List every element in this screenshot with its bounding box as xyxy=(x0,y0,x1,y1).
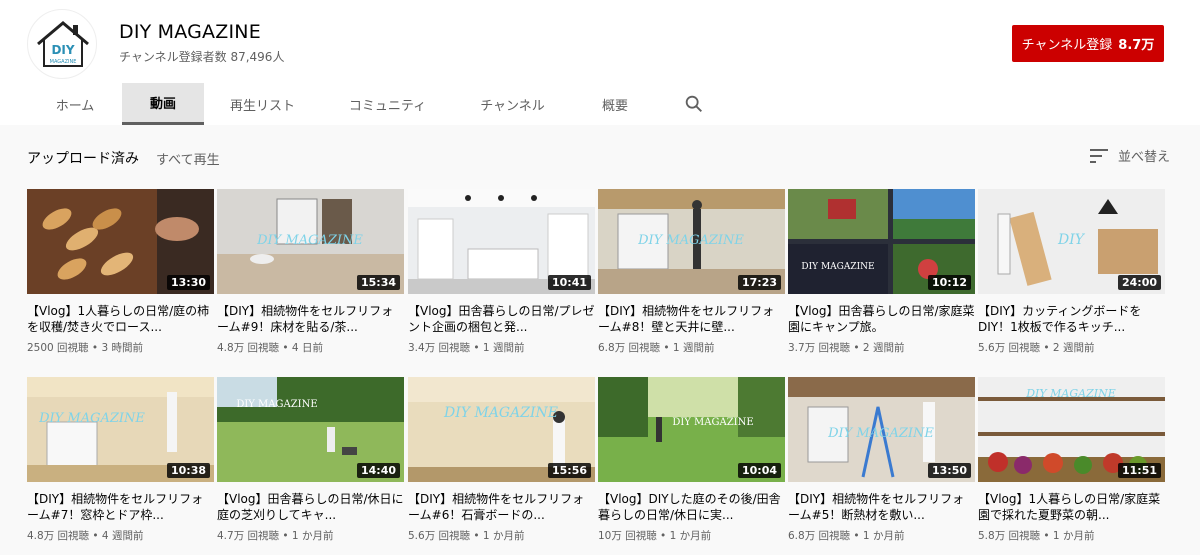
video-thumbnail[interactable]: DIY 24:00 xyxy=(978,189,1165,294)
search-icon[interactable] xyxy=(683,93,705,115)
video-card[interactable]: DIY MAGAZINE 10:04 【Vlog】DIYした庭のその後/田舎暮ら… xyxy=(598,377,785,543)
video-title[interactable]: 【DIY】相続物件をセルフリフォーム#6！石膏ボードの... xyxy=(408,491,595,523)
video-meta: 4.8万 回視聴 • 4 日前 xyxy=(217,342,323,354)
video-card[interactable]: DIY MAGAZINE 11:51 【Vlog】1人暮らしの日常/家庭菜園で採… xyxy=(978,377,1165,543)
video-meta: 5.8万 回視聴 • 1 か月前 xyxy=(978,530,1095,542)
video-thumbnail[interactable]: DIY MAGAZINE 17:23 xyxy=(598,189,785,294)
svg-text:MAGAZINE: MAGAZINE xyxy=(50,59,77,65)
video-meta: 4.7万 回視聴 • 1 か月前 xyxy=(217,530,334,542)
svg-text:DIY MAGAZINE: DIY MAGAZINE xyxy=(236,399,317,410)
video-card[interactable]: DIY MAGAZINE 15:34 【DIY】相続物件をセルフリフォーム#9！… xyxy=(217,189,404,355)
video-card[interactable]: DIY MAGAZINE 10:12 【Vlog】田舎暮らしの日常/家庭菜園にキ… xyxy=(788,189,975,355)
svg-text:DIY MAGAZINE: DIY MAGAZINE xyxy=(38,411,145,426)
tab-about[interactable]: 概要 xyxy=(585,83,645,125)
tab-videos[interactable]: 動画 xyxy=(122,83,204,125)
diy-logo-icon: DIY MAGAZINE xyxy=(37,21,89,67)
svg-text:DIY: DIY xyxy=(51,43,74,57)
video-duration: 13:50 xyxy=(927,463,971,478)
video-thumbnail[interactable]: 13:30 xyxy=(27,189,214,294)
tab-channels[interactable]: チャンネル xyxy=(465,83,560,125)
video-title[interactable]: 【Vlog】田舎暮らしの日常/家庭菜園にキャンプ旅。 xyxy=(788,303,975,335)
video-duration: 15:34 xyxy=(356,275,400,290)
video-thumbnail[interactable]: DIY MAGAZINE 10:12 xyxy=(788,189,975,294)
video-duration: 11:51 xyxy=(1117,463,1161,478)
svg-text:DIY MAGAZINE: DIY MAGAZINE xyxy=(827,426,934,441)
video-card[interactable]: DIY MAGAZINE 14:40 【Vlog】田舎暮らしの日常/休日に庭の芝… xyxy=(217,377,404,543)
subscribe-label: チャンネル登録 xyxy=(1021,38,1113,53)
video-card[interactable]: DIY MAGAZINE 10:38 【DIY】相続物件をセルフリフォーム#7！… xyxy=(27,377,214,543)
video-thumbnail[interactable]: 10:41 xyxy=(408,189,595,294)
video-title[interactable]: 【DIY】相続物件をセルフリフォーム#9！床材を貼る/茶... xyxy=(217,303,404,335)
video-duration: 17:23 xyxy=(737,275,781,290)
video-thumbnail[interactable]: DIY MAGAZINE 10:04 xyxy=(598,377,785,482)
subscribe-count: 8.7万 xyxy=(1118,38,1155,53)
channel-avatar[interactable]: DIY MAGAZINE xyxy=(27,9,97,79)
channel-tabs: ホーム 動画 再生リスト コミュニティ チャンネル 概要 xyxy=(0,83,1200,125)
play-all-link[interactable]: すべて再生 xyxy=(156,149,220,168)
video-title[interactable]: 【DIY】カッティングボードをDIY！1枚板で作るキッチ... xyxy=(978,303,1165,335)
video-thumbnail[interactable]: DIY MAGAZINE 13:50 xyxy=(788,377,975,482)
video-title[interactable]: 【DIY】相続物件をセルフリフォーム#8！壁と天井に壁... xyxy=(598,303,785,335)
video-duration: 15:56 xyxy=(547,463,591,478)
video-card[interactable]: DIY MAGAZINE 13:50 【DIY】相続物件をセルフリフォーム#5！… xyxy=(788,377,975,543)
sort-button[interactable]: 並べ替え xyxy=(1090,146,1170,165)
video-title[interactable]: 【Vlog】DIYした庭のその後/田舎暮らしの日常/休日に実... xyxy=(598,491,785,523)
svg-text:DIY: DIY xyxy=(1057,232,1086,248)
video-thumbnail[interactable]: DIY MAGAZINE 15:34 xyxy=(217,189,404,294)
video-thumbnail[interactable]: DIY MAGAZINE 10:38 xyxy=(27,377,214,482)
video-meta: 2500 回視聴 • 3 時間前 xyxy=(27,342,143,354)
video-card[interactable]: 13:30 【Vlog】1人暮らしの日常/庭の柿を収穫/焚き火でロース... 2… xyxy=(27,189,214,355)
video-duration: 10:41 xyxy=(547,275,591,290)
video-meta: 4.8万 回視聴 • 4 週間前 xyxy=(27,530,144,542)
svg-text:DIY MAGAZINE: DIY MAGAZINE xyxy=(637,233,744,248)
video-title[interactable]: 【DIY】相続物件をセルフリフォーム#7！窓枠とドア枠... xyxy=(27,491,214,523)
svg-text:DIY MAGAZINE: DIY MAGAZINE xyxy=(443,405,558,421)
svg-text:DIY MAGAZINE: DIY MAGAZINE xyxy=(801,262,874,272)
svg-text:DIY MAGAZINE: DIY MAGAZINE xyxy=(672,417,753,428)
video-meta: 3.7万 回視聴 • 2 週間前 xyxy=(788,342,905,354)
video-card[interactable]: DIY MAGAZINE 17:23 【DIY】相続物件をセルフリフォーム#8！… xyxy=(598,189,785,355)
svg-text:DIY MAGAZINE: DIY MAGAZINE xyxy=(1025,387,1116,400)
video-thumbnail[interactable]: DIY MAGAZINE 14:40 xyxy=(217,377,404,482)
video-card[interactable]: DIY 24:00 【DIY】カッティングボードをDIY！1枚板で作るキッチ..… xyxy=(978,189,1165,355)
tab-community[interactable]: コミュニティ xyxy=(330,83,445,125)
video-title[interactable]: 【Vlog】1人暮らしの日常/庭の柿を収穫/焚き火でロース... xyxy=(27,303,214,335)
video-thumbnail[interactable]: DIY MAGAZINE 11:51 xyxy=(978,377,1165,482)
channel-header: DIY MAGAZINE DIY MAGAZINE チャンネル登録者数 87,4… xyxy=(0,0,1200,125)
video-title[interactable]: 【Vlog】田舎暮らしの日常/プレゼント企画の梱包と発... xyxy=(408,303,595,335)
video-card[interactable]: DIY MAGAZINE 15:56 【DIY】相続物件をセルフリフォーム#6！… xyxy=(408,377,595,543)
video-title[interactable]: 【Vlog】1人暮らしの日常/家庭菜園で採れた夏野菜の朝... xyxy=(978,491,1165,523)
video-duration: 14:40 xyxy=(356,463,400,478)
video-duration: 13:30 xyxy=(166,275,210,290)
video-title[interactable]: 【Vlog】田舎暮らしの日常/休日に庭の芝刈りしてキャ... xyxy=(217,491,404,523)
video-meta: 10万 回視聴 • 1 か月前 xyxy=(598,530,712,542)
video-meta: 6.8万 回視聴 • 1 週間前 xyxy=(598,342,715,354)
video-title[interactable]: 【DIY】相続物件をセルフリフォーム#5！断熱材を敷い... xyxy=(788,491,975,523)
tab-playlists[interactable]: 再生リスト xyxy=(215,83,310,125)
tab-home[interactable]: ホーム xyxy=(35,83,115,125)
video-meta: 3.4万 回視聴 • 1 週間前 xyxy=(408,342,525,354)
video-thumbnail[interactable]: DIY MAGAZINE 15:56 xyxy=(408,377,595,482)
subscriber-count: チャンネル登録者数 87,496人 xyxy=(119,50,285,64)
subscribe-button[interactable]: チャンネル登録 8.7万 xyxy=(1012,25,1164,62)
video-meta: 5.6万 回視聴 • 1 か月前 xyxy=(408,530,525,542)
sort-icon xyxy=(1090,148,1108,163)
video-duration: 10:04 xyxy=(737,463,781,478)
sort-label: 並べ替え xyxy=(1118,150,1171,165)
video-duration: 10:38 xyxy=(166,463,210,478)
svg-text:DIY MAGAZINE: DIY MAGAZINE xyxy=(256,233,363,248)
video-meta: 6.8万 回視聴 • 1 か月前 xyxy=(788,530,905,542)
video-duration: 24:00 xyxy=(1117,275,1161,290)
video-card[interactable]: 10:41 【Vlog】田舎暮らしの日常/プレゼント企画の梱包と発... 3.4… xyxy=(408,189,595,355)
video-meta: 5.6万 回視聴 • 2 週間前 xyxy=(978,342,1095,354)
video-duration: 10:12 xyxy=(927,275,971,290)
channel-name: DIY MAGAZINE xyxy=(119,21,261,43)
section-title: アップロード済み xyxy=(27,151,139,167)
